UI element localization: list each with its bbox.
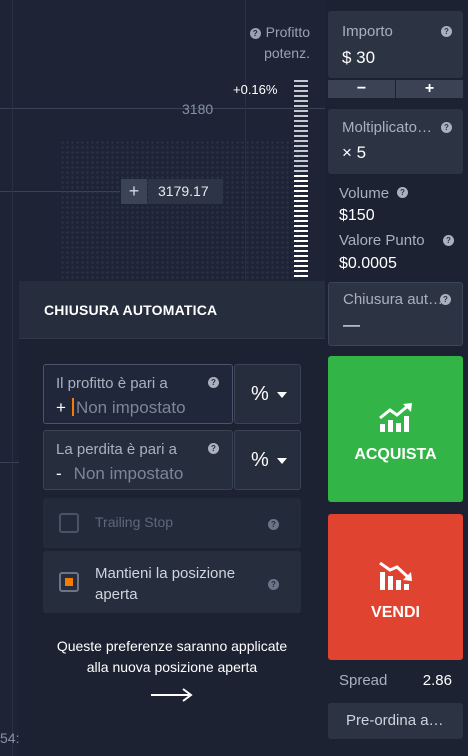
- current-price-value: 3179.17: [148, 179, 223, 204]
- multiplier-value: × 5: [342, 143, 367, 162]
- take-profit-unit-select[interactable]: %: [234, 364, 301, 424]
- help-icon[interactable]: ?: [208, 377, 219, 388]
- help-icon[interactable]: ?: [397, 187, 408, 198]
- arrow-right-icon[interactable]: [151, 688, 193, 702]
- take-profit-sign: +: [56, 398, 66, 417]
- add-alert-button[interactable]: +: [121, 179, 147, 204]
- amount-decrease-button[interactable]: −: [328, 80, 395, 98]
- amount-value[interactable]: $ 30: [342, 48, 375, 68]
- spread-value: 2.86: [422, 672, 452, 689]
- preferences-note: Queste preferenze saranno applicate alla…: [56, 638, 288, 675]
- help-icon[interactable]: ?: [249, 28, 261, 39]
- trailing-stop-checkbox[interactable]: [59, 513, 79, 533]
- potential-profit-header: ? Profitto potenz.: [249, 22, 310, 64]
- stop-loss-input[interactable]: La perdita è pari a ? - Non impostato: [43, 430, 233, 490]
- stop-loss-unit-select[interactable]: %: [234, 430, 301, 490]
- take-profit-input[interactable]: Il profitto è pari a ? + Non impostato: [43, 364, 233, 424]
- grid-line: [0, 108, 325, 109]
- current-price-tag: + 3179.17: [121, 179, 223, 204]
- sell-label: VENDI: [371, 604, 420, 621]
- help-icon[interactable]: ?: [440, 294, 451, 305]
- help-icon[interactable]: ?: [268, 519, 279, 530]
- multiplier-field[interactable]: Moltiplicato… ? × 5: [328, 109, 463, 174]
- trend-up-icon: [379, 403, 412, 432]
- take-profit-label: Il profitto è pari a: [56, 375, 168, 392]
- take-profit-placeholder: Non impostato: [75, 398, 186, 417]
- spread-row: Spread 2.86: [339, 672, 464, 689]
- volume-value: $150: [339, 207, 375, 224]
- chart-map-background: [60, 140, 300, 290]
- keep-position-option[interactable]: Mantieni la posizione aperta ?: [43, 551, 301, 613]
- checkbox-fill: [65, 578, 73, 586]
- trailing-stop-option[interactable]: Trailing Stop ?: [43, 498, 301, 548]
- chevron-down-icon: [277, 458, 287, 464]
- keep-position-checkbox[interactable]: [59, 572, 79, 592]
- chevron-down-icon: [277, 392, 287, 398]
- auto-close-label: Chiusura aut…: [343, 291, 444, 308]
- grid-line: [12, 0, 13, 756]
- amount-increase-button[interactable]: +: [396, 80, 463, 98]
- keep-position-label: Mantieni la posizione aperta: [95, 565, 236, 603]
- trailing-stop-label: Trailing Stop: [95, 514, 174, 530]
- spread-label: Spread: [339, 672, 388, 689]
- grid-line: [0, 462, 20, 463]
- text-caret: [71, 398, 74, 416]
- profit-scale: [294, 80, 308, 280]
- point-value-label: Valore Punto: [339, 232, 425, 249]
- auto-close-value: —: [343, 315, 360, 334]
- buy-label: ACQUISTA: [354, 446, 437, 463]
- preorder-button[interactable]: Pre-ordina a…: [328, 703, 463, 739]
- popup-title: CHIUSURA AUTOMATICA: [19, 281, 325, 339]
- sell-button[interactable]: VENDI: [328, 514, 463, 660]
- stop-loss-placeholder: Non impostato: [73, 464, 184, 483]
- volume-label: Volume: [339, 185, 390, 202]
- trade-panel: Importo ? $ 30 − + Moltiplicato… ? × 5 V…: [325, 0, 468, 756]
- help-icon[interactable]: ?: [208, 443, 219, 454]
- amount-field[interactable]: Importo ? $ 30: [328, 11, 463, 78]
- multiplier-label: Moltiplicato…: [342, 119, 433, 136]
- auto-close-field[interactable]: Chiusura aut… ? —: [328, 282, 463, 346]
- help-icon[interactable]: ?: [443, 235, 454, 246]
- help-icon[interactable]: ?: [441, 122, 452, 133]
- help-icon[interactable]: ?: [441, 26, 452, 37]
- point-value: $0.0005: [339, 255, 397, 272]
- price-axis-label: 3180: [182, 101, 214, 117]
- stop-loss-label: La perdita è pari a: [56, 441, 177, 458]
- help-icon[interactable]: ?: [268, 579, 279, 590]
- stop-loss-sign: -: [56, 464, 62, 483]
- amount-label: Importo: [342, 23, 393, 40]
- trend-down-icon: [379, 561, 412, 590]
- auto-close-popup: CHIUSURA AUTOMATICA Il profitto è pari a…: [19, 281, 325, 756]
- potential-profit-value: +0.16%: [233, 82, 278, 97]
- buy-button[interactable]: ACQUISTA: [328, 356, 463, 502]
